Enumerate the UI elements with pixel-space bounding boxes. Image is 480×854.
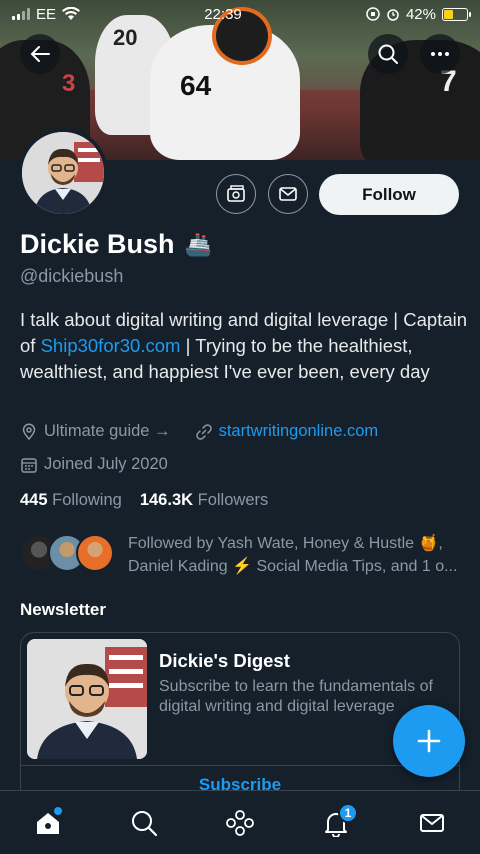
back-button[interactable] — [20, 34, 60, 74]
ship-emoji-icon: 🚢 — [184, 231, 212, 257]
newsletter-section-title: Newsletter — [20, 600, 106, 619]
newsletter-subscribe-button[interactable] — [216, 174, 256, 214]
search-icon — [132, 810, 158, 836]
wifi-icon — [62, 7, 81, 20]
newsletter-image — [27, 639, 147, 759]
bottom-tab-bar: 1 — [0, 790, 480, 854]
followers-count: 146.3K — [139, 491, 194, 509]
arrow-left-icon — [30, 46, 50, 62]
message-button[interactable] — [268, 174, 308, 214]
tab-messages[interactable] — [408, 799, 456, 847]
battery-icon — [442, 7, 471, 21]
orientation-lock-icon — [366, 7, 380, 21]
newsletter-icon — [227, 185, 245, 202]
envelope-icon — [279, 187, 297, 201]
more-button[interactable] — [420, 34, 460, 74]
newsletter-card[interactable]: Dickie's Digest Subscribe to learn the f… — [20, 632, 460, 812]
followers-count-link[interactable]: 146.3K Followers — [140, 491, 268, 510]
alarm-icon — [387, 9, 399, 21]
more-horizontal-icon — [431, 52, 449, 56]
signal-icon — [12, 8, 30, 20]
plus-icon — [417, 729, 441, 753]
tab-search[interactable] — [120, 799, 168, 847]
calendar-icon — [21, 457, 37, 473]
follower-avatar — [76, 534, 114, 572]
carrier-label: EE — [36, 5, 57, 23]
location-pin-icon — [22, 423, 36, 440]
followers-label: Followers — [197, 491, 269, 509]
status-bar: EE 22:39 42% — [0, 0, 480, 28]
search-button[interactable] — [368, 34, 408, 74]
newsletter-title: Dickie's Digest — [159, 650, 290, 671]
bio-link[interactable]: Ship30for30.com — [41, 335, 181, 356]
tab-home[interactable] — [24, 799, 72, 847]
avatar[interactable] — [18, 128, 108, 218]
profile-bio: I talk about digital writing and digital… — [20, 307, 470, 385]
envelope-icon — [420, 813, 444, 832]
followed-by[interactable]: Followed by Yash Wate, Honey & Hustle 🍯,… — [20, 532, 468, 578]
banner-player: 64 — [150, 7, 300, 160]
avatar-photo — [22, 132, 104, 214]
profile-name: Dickie Bush 🚢 — [20, 229, 212, 260]
profile-handle: @dickiebush — [20, 266, 124, 286]
notification-badge: 1 — [338, 802, 358, 823]
following-label: Following — [52, 491, 122, 509]
search-icon — [378, 44, 398, 64]
profile-meta: Joined July 2020 — [20, 455, 168, 474]
following-count-link[interactable]: 445 Following — [20, 491, 122, 510]
tab-notifications[interactable]: 1 — [312, 799, 360, 847]
follower-facepile — [20, 532, 120, 574]
joined-label: Joined July 2020 — [44, 455, 168, 473]
unread-dot — [54, 806, 62, 815]
location-label: Ultimate guide → — [44, 422, 171, 440]
follow-button[interactable]: Follow — [319, 174, 459, 215]
display-name: Dickie Bush — [20, 229, 175, 259]
battery-percent: 42% — [405, 5, 436, 23]
divider — [21, 765, 459, 766]
compose-button[interactable] — [393, 705, 465, 777]
follow-counts: 445 Following 146.3K Followers — [20, 491, 268, 510]
tab-spaces[interactable] — [216, 799, 264, 847]
spaces-icon — [226, 809, 254, 836]
following-count: 445 — [20, 491, 48, 509]
followed-by-text: Followed by Yash Wate, Honey & Hustle 🍯,… — [128, 535, 458, 575]
profile-meta: Ultimate guide → startwritingonline.com — [20, 422, 378, 441]
link-icon — [195, 423, 212, 440]
website-link[interactable]: startwritingonline.com — [219, 422, 379, 441]
clock: 22:39 — [204, 5, 242, 23]
